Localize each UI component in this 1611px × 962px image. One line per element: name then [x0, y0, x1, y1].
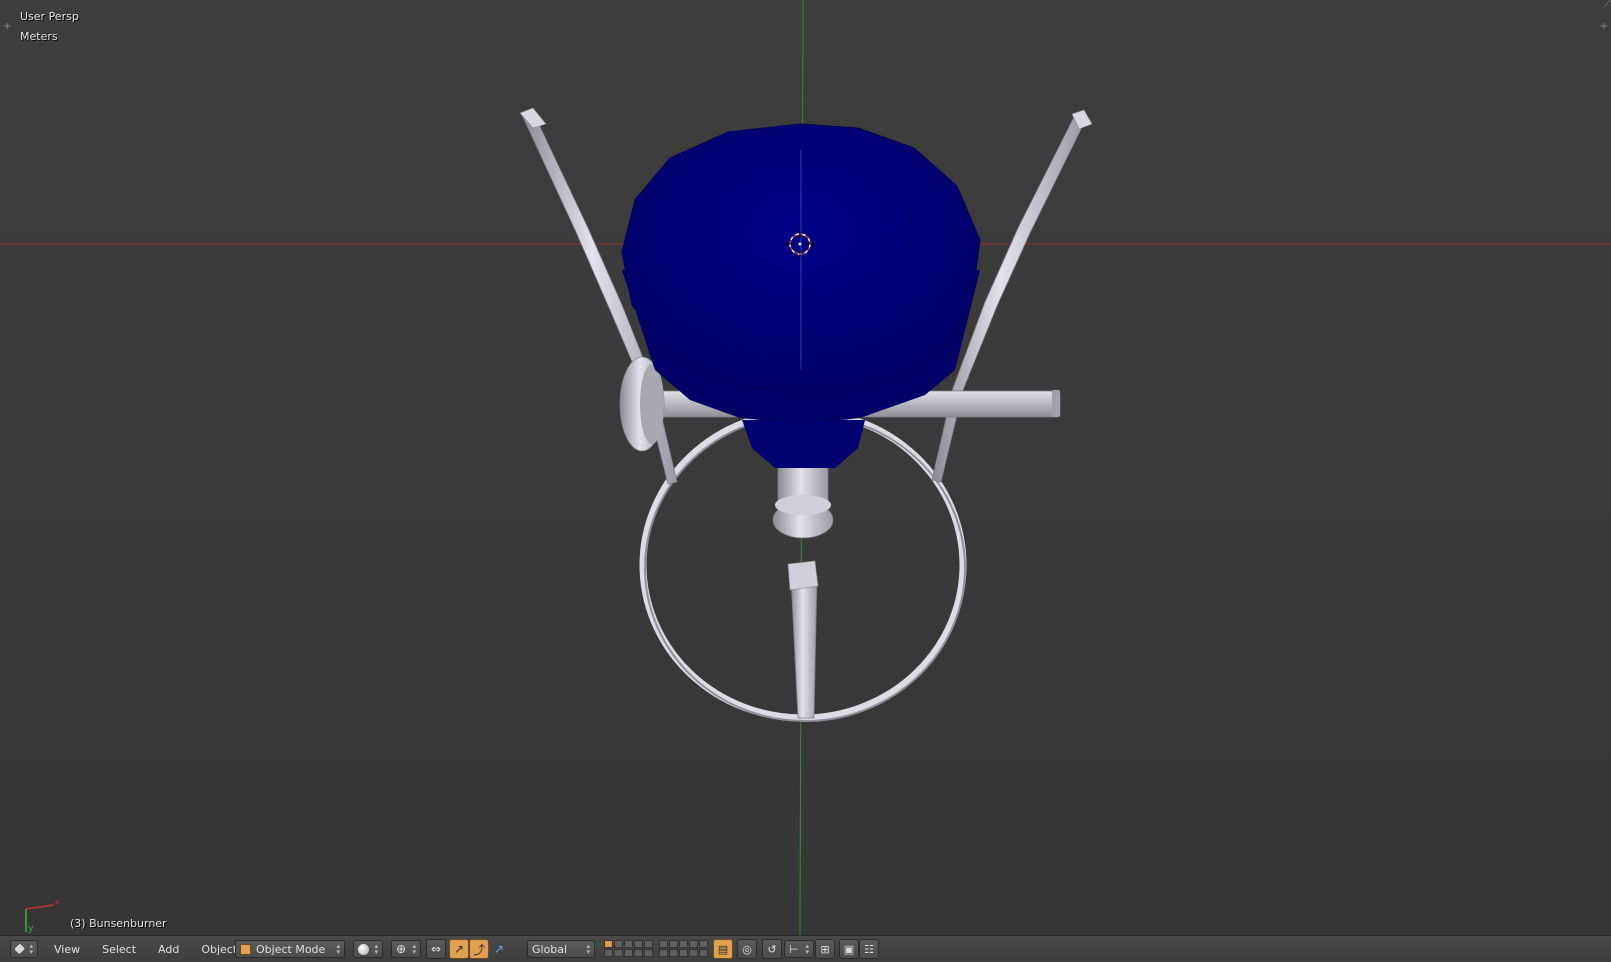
layer-lock-icon: ▤: [717, 942, 729, 956]
menu-bar: View Select Add Object: [50, 936, 241, 962]
menu-view[interactable]: View: [50, 943, 84, 956]
area-corner-icon[interactable]: ⟋: [1604, 0, 1611, 10]
layer-3[interactable]: [624, 940, 633, 948]
layer-5[interactable]: [644, 940, 653, 948]
orientation-dropdown[interactable]: Global ▴ ▾: [527, 940, 595, 958]
area-split-icon[interactable]: +: [3, 22, 11, 32]
snap-element-dropdown[interactable]: ⊢ ▴ ▾: [784, 940, 814, 958]
snap-increment-icon: ⊢: [789, 942, 799, 956]
menu-add[interactable]: Add: [154, 943, 183, 956]
layer-17[interactable]: [669, 949, 678, 957]
camera-icon: ▣: [843, 942, 855, 956]
layer-12[interactable]: [614, 949, 623, 957]
snap-toggle-button[interactable]: ↺: [762, 939, 782, 959]
render-opengl-button[interactable]: ▣: [839, 939, 859, 959]
scale-manipulator-button[interactable]: ↗: [489, 939, 509, 959]
layer-2[interactable]: [614, 940, 623, 948]
transform-manipulator-icon: ⇔: [430, 942, 442, 956]
mode-dropdown[interactable]: Object Mode ▴ ▾: [235, 940, 345, 958]
scene-canvas[interactable]: x y: [0, 0, 1611, 935]
layer-19[interactable]: [689, 949, 698, 957]
translate-manipulator-button[interactable]: ↗: [449, 939, 469, 959]
viewport-header: ▴ ▾ View Select Add Object Object Mode ▴ ▾…: [0, 935, 1611, 962]
render-animation-button[interactable]: ☷: [859, 939, 879, 959]
units-label: Meters: [20, 30, 58, 43]
updown-arrows-icon: ▴ ▾: [586, 942, 590, 956]
clamp-disc-face: [640, 364, 664, 444]
layer-8[interactable]: [679, 940, 688, 948]
manipulator-toggle-button[interactable]: ⇔: [426, 939, 446, 959]
layer-6[interactable]: [659, 940, 668, 948]
active-object-label: (3) Bunsenburner: [70, 917, 167, 930]
layer-9[interactable]: [689, 940, 698, 948]
proportional-edit-icon: ◎: [742, 942, 752, 956]
blue-cap-lower: [742, 420, 865, 468]
pivot-dropdown[interactable]: ⊕ ▴ ▾: [391, 940, 421, 958]
layer-grid-right[interactable]: [659, 940, 708, 957]
base-stem-top: [787, 560, 819, 591]
layer-16[interactable]: [659, 949, 668, 957]
layer-4[interactable]: [634, 940, 643, 948]
clapperboard-icon: ☷: [864, 942, 874, 956]
menu-select[interactable]: Select: [98, 943, 140, 956]
layer-13[interactable]: [624, 949, 633, 957]
layer-10[interactable]: [699, 940, 708, 948]
layer-7[interactable]: [669, 940, 678, 948]
layer-20[interactable]: [699, 949, 708, 957]
rotate-manipulator-button[interactable]: ⤴: [469, 939, 489, 959]
object-mode-cube-icon: [240, 943, 251, 955]
updown-arrows-icon: ▴ ▾: [805, 942, 809, 956]
updown-arrows-icon: ▴ ▾: [336, 942, 340, 956]
layer-14[interactable]: [634, 949, 643, 957]
updown-arrows-icon: ▴ ▾: [374, 942, 378, 956]
lock-layers-button[interactable]: ▤: [713, 939, 733, 959]
axis-gizmo-icon: x y: [25, 897, 60, 934]
base-stem: [790, 575, 818, 719]
solid-shading-sphere-icon: [358, 943, 369, 955]
scale-icon: ↗: [493, 942, 505, 956]
snap-target-icon: ⊞: [820, 942, 830, 956]
layer-1[interactable]: [604, 940, 613, 948]
shading-dropdown[interactable]: ▴ ▾: [353, 940, 383, 958]
updown-arrows-icon: ▴ ▾: [412, 942, 416, 956]
mode-label: Object Mode: [256, 942, 326, 956]
updown-arrows-icon: ▴ ▾: [29, 942, 33, 956]
layer-18[interactable]: [679, 949, 688, 957]
orientation-label: Global: [532, 942, 568, 956]
layer-11[interactable]: [604, 949, 613, 957]
proportional-edit-button[interactable]: ◎: [737, 939, 757, 959]
editor-type-button[interactable]: ▴ ▾: [10, 940, 38, 958]
svg-text:x: x: [55, 897, 60, 906]
svg-text:y: y: [28, 924, 34, 934]
pivot-point-icon: ⊕: [396, 942, 407, 956]
area-split-icon[interactable]: +: [1600, 22, 1608, 32]
layer-15[interactable]: [644, 949, 653, 957]
layer-grid-left[interactable]: [604, 940, 653, 957]
snap-magnet-icon: ↺: [767, 942, 777, 956]
rod-end-cap: [1052, 390, 1060, 417]
3d-view-icon: [14, 943, 26, 955]
burner-collar-top: [775, 495, 831, 515]
translate-arrow-icon: ↗: [453, 942, 465, 956]
3d-viewport[interactable]: x y User Persp Meters (3) Bunsenburner +…: [0, 0, 1611, 935]
snap-target-button[interactable]: ⊞: [815, 939, 835, 959]
view-name-label: User Persp: [20, 10, 79, 23]
rotate-arc-icon: ⤴: [472, 942, 485, 957]
